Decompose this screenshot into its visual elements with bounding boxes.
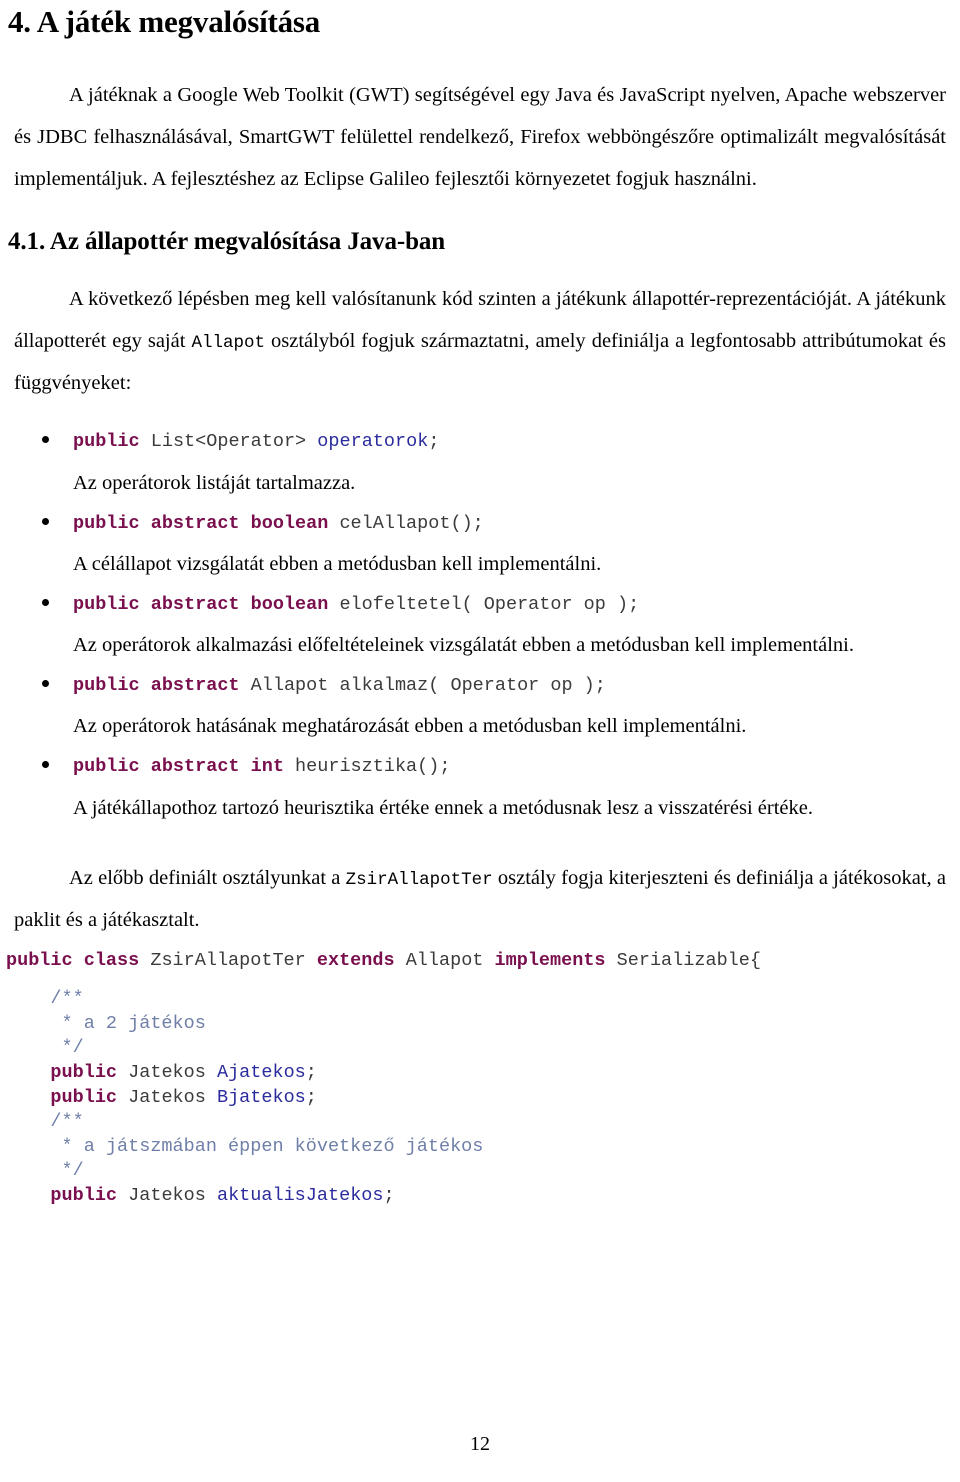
code-token-ident: aktualisJatekos — [216, 1185, 384, 1207]
code-line: /** — [6, 1110, 960, 1135]
code-line: public Jatekos Bjatekos; — [6, 1086, 960, 1111]
code-token-plain: ; — [428, 431, 440, 453]
code-line: */ — [6, 1036, 960, 1061]
list-item: public abstract int heurisztika(); A játé… — [0, 747, 960, 828]
member-description: Az operátorok listáját tartalmazza. — [73, 471, 356, 494]
code-token-kw: public — [50, 1185, 118, 1207]
page-number: 12 — [470, 1433, 490, 1455]
code-token-kw: public abstract — [73, 675, 240, 697]
list-item: public abstract Allapot alkalmaz( Operat… — [0, 666, 960, 747]
code-token-plain: Allapot alkalmaz( Operator op ); — [239, 675, 606, 697]
code-token-cmt: */ — [6, 1037, 84, 1059]
inline-code-allapot: Allapot — [191, 333, 265, 354]
code-token-cmt: * a 2 játékos — [6, 1012, 206, 1034]
member-signature: public abstract int heurisztika(); — [73, 747, 960, 786]
code-token-cmt: /** — [6, 988, 84, 1010]
code-token-plain: celAllapot(); — [328, 512, 484, 534]
java-code-block: public class ZsirAllapotTer extends Alla… — [0, 949, 960, 1209]
page-title: 4. A játék megvalósítása — [8, 4, 321, 39]
code-line: public Jatekos aktualisJatekos; — [6, 1184, 960, 1209]
code-token-ident: operatorok — [317, 431, 429, 453]
code-token-plain: Serializable{ — [605, 949, 761, 971]
member-description: A játékállapothoz tartozó heurisztika ér… — [73, 796, 813, 819]
document-page: 4. A játék megvalósítása A játéknak a Go… — [0, 0, 960, 1482]
code-token-cmt: * a játszmában éppen következő játékos — [6, 1135, 484, 1157]
member-description: A célállapot vizsgálatát ebben a metódus… — [73, 552, 602, 575]
code-token-plain: ; — [383, 1185, 395, 1207]
member-signature: public abstract boolean elofeltetel( Ope… — [73, 585, 960, 624]
code-token-plain: Allapot — [394, 949, 495, 971]
list-item: public List<Operator> operatorok; Az oper… — [0, 422, 960, 503]
section-paragraph: A következő lépésben meg kell valósítanu… — [0, 278, 960, 404]
code-token-kw: public class — [6, 949, 140, 971]
closing-paragraph: Az előbb definiált osztályunkat a ZsirAl… — [0, 857, 960, 941]
code-token-plain: heurisztika(); — [283, 756, 451, 778]
code-token-plain: ZsirAllapotTer — [139, 949, 317, 971]
code-token-plain: List<Operator> — [150, 431, 307, 453]
code-line: */ — [6, 1159, 960, 1184]
code-token-kw: public abstract boolean — [73, 593, 329, 615]
list-item: public abstract boolean celAllapot(); A c… — [0, 504, 960, 585]
list-item: public abstract boolean elofeltetel( Ope… — [0, 585, 960, 666]
code-token-kw: extends — [316, 949, 395, 971]
code-token-plain: Jatekos — [117, 1086, 217, 1108]
code-token-kw: implements — [494, 949, 606, 971]
code-token-plain: ; — [305, 1086, 317, 1108]
member-list: public List<Operator> operatorok; Az oper… — [0, 422, 960, 828]
member-description: Az operátorok alkalmazási előfeltételein… — [73, 634, 854, 657]
member-description: Az operátorok hatásának meghatározását e… — [73, 715, 747, 738]
code-token-plain: Jatekos — [117, 1062, 217, 1084]
code-token-ident: Bjatekos — [216, 1086, 306, 1108]
code-token-plain: Jatekos — [117, 1185, 217, 1207]
code-line: * a játszmában éppen következő játékos — [6, 1135, 960, 1160]
code-token-cmt: */ — [6, 1160, 84, 1182]
code-token-kw: public — [73, 431, 140, 453]
code-token-plain: ; — [305, 1062, 317, 1084]
code-token-kw: public abstract int — [73, 756, 284, 778]
member-signature: public List<Operator> operatorok; — [73, 422, 960, 461]
code-line: * a 2 játékos — [6, 1012, 960, 1037]
code-line: /** — [6, 987, 960, 1012]
section-heading-4-1: 4.1. Az állapottér megvalósítása Java-ba… — [8, 227, 446, 255]
code-token-plain: elofeltetel( Operator op ); — [328, 593, 640, 615]
intro-paragraph: A játéknak a Google Web Toolkit (GWT) se… — [14, 83, 946, 190]
code-line: public class ZsirAllapotTer extends Alla… — [6, 949, 960, 974]
code-token-kw: public abstract boolean — [73, 512, 329, 534]
code-token-cmt: /** — [6, 1111, 84, 1133]
code-token-ident: Ajatekos — [216, 1062, 306, 1084]
inline-code-zsirallapotter: ZsirAllapotTer — [345, 869, 493, 890]
code-line: public Jatekos Ajatekos; — [6, 1061, 960, 1086]
member-signature: public abstract Allapot alkalmaz( Operat… — [73, 666, 960, 705]
code-token-kw: public — [50, 1062, 118, 1084]
code-token-kw: public — [50, 1086, 118, 1108]
member-signature: public abstract boolean celAllapot(); — [73, 504, 960, 543]
closing-paragraph-part1: Az előbb definiált osztályunkat a — [69, 866, 346, 889]
